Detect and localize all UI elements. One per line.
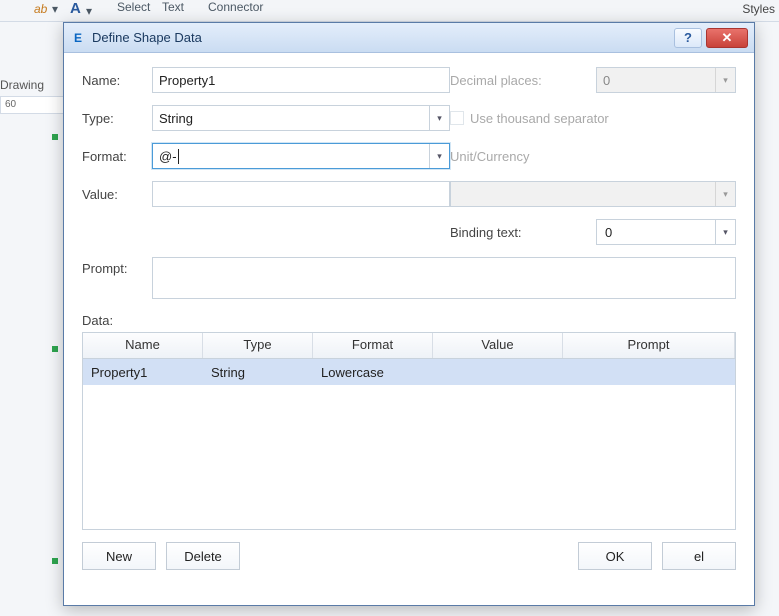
ribbon-text[interactable]: Text [162, 0, 184, 14]
help-button[interactable]: ? [674, 28, 702, 48]
sidebar-tab[interactable]: Drawing [0, 78, 44, 92]
unit-currency-label: Unit/Currency [450, 149, 736, 164]
type-combo[interactable]: String▾ [152, 105, 450, 131]
button-row: New Delete OK el [82, 542, 736, 570]
ribbon-styles: Styles [742, 2, 775, 16]
chevron-down-icon: ▾ [715, 68, 735, 92]
decimal-places-label: Decimal places: [450, 73, 596, 88]
cell-type: String [203, 365, 313, 380]
prompt-field[interactable] [152, 257, 736, 299]
cell-name: Property1 [83, 365, 203, 380]
col-value[interactable]: Value [433, 333, 563, 358]
table-row[interactable]: Property1 String Lowercase [83, 359, 735, 385]
font-color-icon: A [70, 0, 81, 17]
ok-button[interactable]: OK [578, 542, 652, 570]
help-icon: ? [684, 30, 692, 45]
chevron-down-icon: ▾ [715, 182, 735, 206]
ribbon-fragment: ab ▾ A ▾ Select Text Connector [0, 0, 779, 22]
prompt-label: Prompt: [82, 257, 152, 276]
selection-handle [52, 346, 58, 352]
binding-text-label: Binding text: [450, 225, 596, 240]
chevron-down-icon: ▾ [52, 2, 58, 16]
define-shape-data-dialog: E Define Shape Data ? ✕ Name: Property1 … [63, 22, 755, 606]
selection-handle [52, 558, 58, 564]
grid-header: Name Type Format Value Prompt [83, 333, 735, 359]
decimal-places-field: 0▾ [596, 67, 736, 93]
titlebar[interactable]: E Define Shape Data ? ✕ [64, 23, 754, 53]
cancel-button[interactable]: el [662, 542, 736, 570]
type-label: Type: [82, 111, 152, 126]
value-label: Value: [82, 187, 152, 202]
binding-text-field[interactable]: 0▾ [596, 219, 736, 245]
thousand-sep-row: Use thousand separator [450, 111, 736, 126]
delete-button[interactable]: Delete [166, 542, 240, 570]
chevron-down-icon[interactable]: ▾ [429, 144, 449, 168]
ribbon-connector[interactable]: Connector [208, 0, 263, 14]
col-name[interactable]: Name [83, 333, 203, 358]
col-type[interactable]: Type [203, 333, 313, 358]
cell-format: Lowercase [313, 365, 433, 380]
new-button[interactable]: New [82, 542, 156, 570]
unit-currency-field: ▾ [450, 181, 736, 207]
value-field[interactable] [152, 181, 450, 207]
dialog-title: Define Shape Data [92, 30, 670, 45]
thousand-sep-checkbox [450, 111, 464, 125]
col-prompt[interactable]: Prompt [563, 333, 735, 358]
text-cursor [178, 149, 179, 164]
close-button[interactable]: ✕ [706, 28, 748, 48]
chevron-down-icon: ▾ [86, 4, 92, 18]
name-label: Name: [82, 73, 152, 88]
ribbon-ab: ab [34, 2, 47, 16]
data-label: Data: [82, 313, 736, 328]
col-format[interactable]: Format [313, 333, 433, 358]
selection-handle [52, 134, 58, 140]
data-grid[interactable]: Name Type Format Value Prompt Property1 … [82, 332, 736, 530]
chevron-down-icon[interactable]: ▾ [715, 220, 735, 244]
ribbon-select[interactable]: Select [117, 0, 150, 14]
format-combo[interactable]: @-▾ [152, 143, 450, 169]
name-field[interactable]: Property1 [152, 67, 450, 93]
thousand-sep-label: Use thousand separator [470, 111, 609, 126]
ruler: 60 [0, 96, 65, 114]
chevron-down-icon[interactable]: ▾ [429, 106, 449, 130]
format-label: Format: [82, 149, 152, 164]
close-icon: ✕ [722, 30, 733, 46]
app-icon: E [70, 30, 86, 46]
